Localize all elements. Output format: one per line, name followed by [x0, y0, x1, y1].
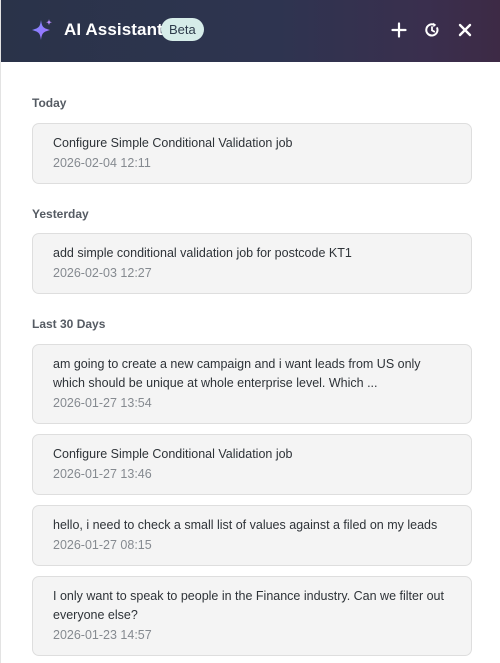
- history-item-time: 2026-02-03 12:27: [53, 266, 152, 280]
- section-label-last-30-days: Last 30 Days: [32, 317, 106, 331]
- panel-header: AI Assistant Beta: [1, 0, 500, 62]
- history-icon: [425, 22, 439, 37]
- history-item-text: hello, i need to check a small list of v…: [53, 518, 438, 532]
- chat-history-list: Today Configure Simple Conditional Valid…: [1, 62, 500, 663]
- history-item-text: Configure Simple Conditional Validation …: [53, 447, 293, 461]
- history-item[interactable]: am going to create a new campaign and i …: [32, 344, 472, 424]
- close-button[interactable]: [454, 19, 476, 41]
- section-label-today: Today: [32, 96, 67, 110]
- new-chat-button[interactable]: [388, 19, 410, 41]
- history-item-time: 2026-02-04 12:11: [53, 156, 151, 170]
- history-button[interactable]: [421, 19, 443, 41]
- history-item-text: Configure Simple Conditional Validation …: [53, 136, 293, 150]
- sparkle-icon: [32, 19, 52, 40]
- history-item[interactable]: Configure Simple Conditional Validation …: [32, 434, 472, 495]
- ai-assistant-panel: AI Assistant Beta Today Configure Simple…: [0, 0, 500, 663]
- beta-badge: Beta: [161, 18, 204, 41]
- panel-title: AI Assistant: [64, 20, 163, 39]
- history-item-time: 2026-01-27 08:15: [53, 538, 152, 552]
- history-item-time: 2026-01-23 14:57: [53, 628, 152, 642]
- history-item-text: I only want to speak to people in the Fi…: [53, 589, 444, 622]
- history-item-text: am going to create a new campaign and i …: [53, 357, 421, 390]
- section-label-yesterday: Yesterday: [32, 207, 89, 221]
- plus-icon: [391, 22, 407, 38]
- history-item[interactable]: hello, i need to check a small list of v…: [32, 505, 472, 566]
- history-item-text: add simple conditional validation job fo…: [53, 246, 352, 260]
- history-item-time: 2026-01-27 13:46: [53, 467, 152, 481]
- history-item[interactable]: add simple conditional validation job fo…: [32, 233, 472, 294]
- close-icon: [458, 23, 472, 37]
- history-item[interactable]: I only want to speak to people in the Fi…: [32, 576, 472, 656]
- history-item[interactable]: Configure Simple Conditional Validation …: [32, 123, 472, 184]
- history-item-time: 2026-01-27 13:54: [53, 396, 152, 410]
